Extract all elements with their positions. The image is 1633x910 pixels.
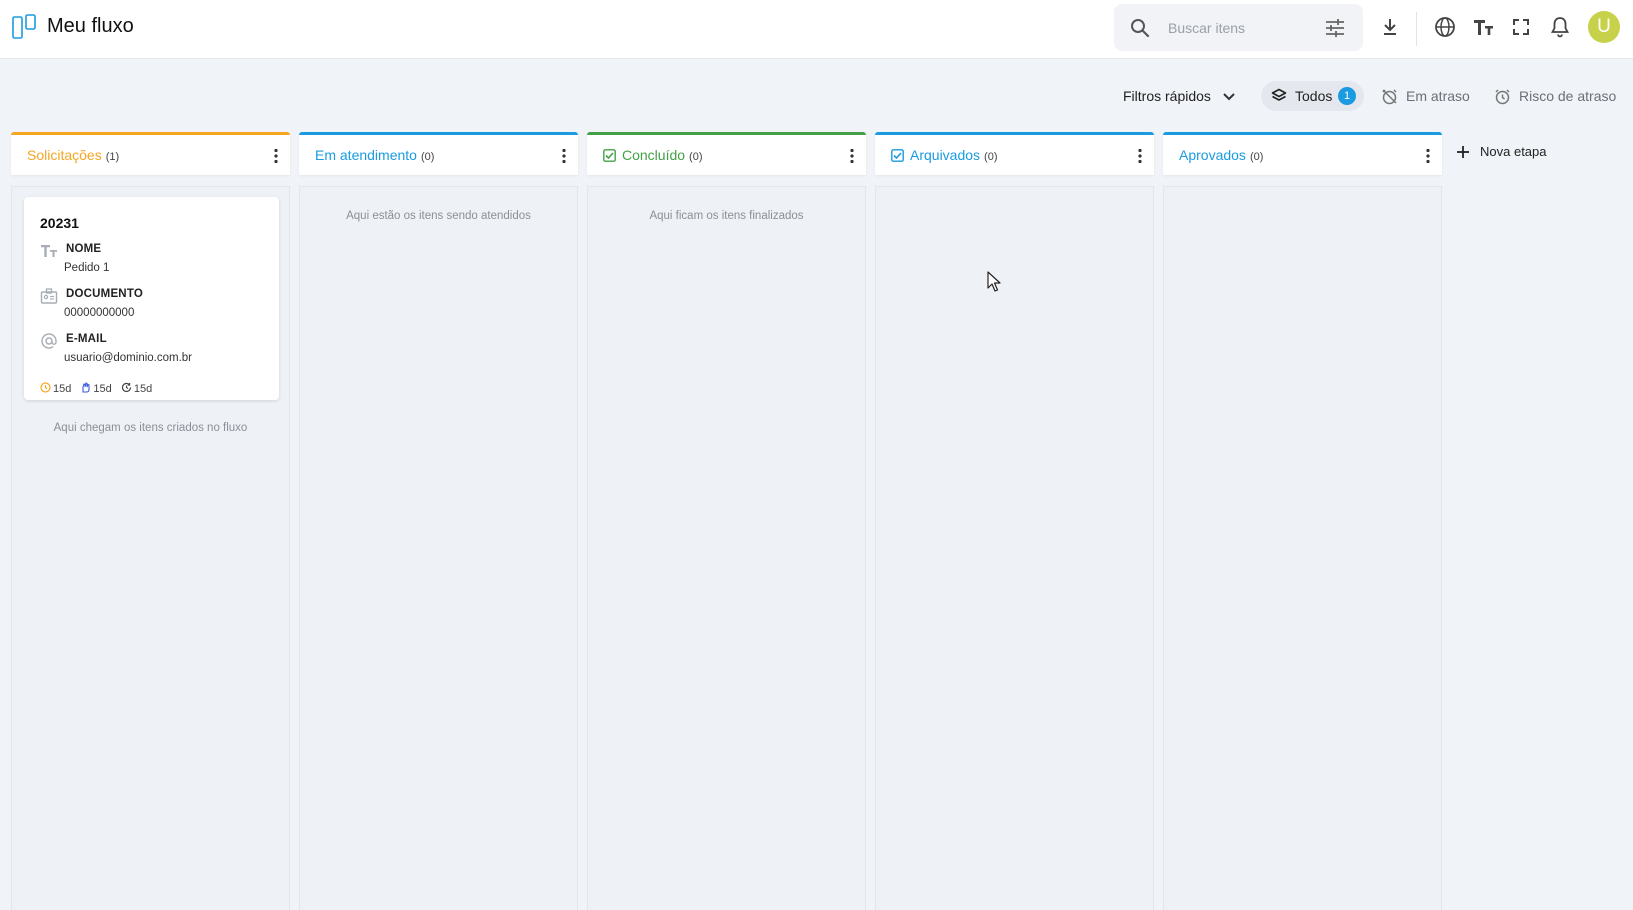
column-body-arquivados bbox=[875, 186, 1154, 910]
field-label: DOCUMENTO bbox=[66, 288, 143, 300]
column-title: Concluído bbox=[622, 147, 686, 163]
clock-icon bbox=[40, 382, 51, 393]
column-count: (1) bbox=[105, 151, 120, 163]
kebab-menu-icon[interactable] bbox=[274, 148, 278, 164]
alarm-off-icon bbox=[1382, 89, 1397, 105]
quick-filters-label: Filtros rápidos bbox=[1123, 88, 1211, 104]
time-in-flow: 15d bbox=[40, 382, 71, 395]
id-card-icon bbox=[40, 288, 58, 304]
column-header-em-atendimento[interactable]: Em atendimento (0) bbox=[299, 132, 578, 175]
top-bar: Meu fluxo Buscar itens U bbox=[0, 0, 1633, 59]
card-meta: 15d 15d 15d bbox=[40, 382, 158, 395]
time-since-update: 15d bbox=[121, 382, 152, 395]
search-input[interactable] bbox=[1166, 16, 1320, 40]
bell-icon[interactable] bbox=[1548, 15, 1572, 39]
mouse-cursor-icon bbox=[987, 271, 1001, 292]
column-empty-message: Aqui estão os itens sendo atendidos bbox=[346, 210, 531, 222]
column-empty-message: Aqui ficam os itens finalizados bbox=[649, 210, 804, 222]
filter-overdue-label: Em atraso bbox=[1406, 88, 1470, 104]
kebab-menu-icon[interactable] bbox=[1426, 148, 1430, 164]
field-label: NOME bbox=[66, 243, 102, 255]
column-title: Em atendimento bbox=[315, 147, 417, 163]
chevron-down-icon bbox=[1223, 93, 1235, 101]
quick-filters-dropdown[interactable]: Filtros rápidos bbox=[1123, 82, 1235, 110]
column-header-concluido[interactable]: Concluído (0) bbox=[587, 132, 866, 175]
column-count: (0) bbox=[1249, 151, 1264, 163]
hand-icon bbox=[82, 382, 90, 393]
meta-value: 15d bbox=[133, 383, 153, 395]
alarm-clock-icon bbox=[1495, 89, 1510, 105]
field-value: usuario@dominio.com.br bbox=[64, 352, 193, 364]
filter-delay-risk-label: Risco de atraso bbox=[1519, 88, 1617, 104]
meta-value: 15d bbox=[93, 383, 112, 395]
field-value: 00000000000 bbox=[64, 307, 135, 319]
filter-overdue[interactable]: Em atraso bbox=[1381, 82, 1471, 110]
refresh-clock-icon bbox=[121, 382, 131, 393]
column-header-arquivados[interactable]: Arquivados (0) bbox=[875, 132, 1154, 175]
plus-icon bbox=[1457, 146, 1469, 158]
filter-all-pill[interactable]: Todos 1 bbox=[1261, 81, 1364, 111]
user-avatar[interactable]: U bbox=[1588, 11, 1620, 43]
app-title: Meu fluxo bbox=[47, 15, 134, 37]
filter-all-label: Todos bbox=[1295, 88, 1333, 104]
column-body-em-atendimento: Aqui estão os itens sendo atendidos bbox=[299, 186, 578, 910]
column-title: Arquivados bbox=[910, 147, 981, 163]
tune-filter-icon[interactable] bbox=[1324, 18, 1346, 38]
kebab-menu-icon[interactable] bbox=[850, 148, 854, 164]
new-stage-label: Nova etapa bbox=[1480, 144, 1547, 159]
at-sign-icon bbox=[41, 333, 57, 349]
text-size-icon[interactable] bbox=[1471, 15, 1495, 39]
board-logo-icon bbox=[12, 14, 36, 39]
card-number: 20231 bbox=[40, 215, 79, 231]
column-count: (0) bbox=[984, 151, 998, 163]
item-card[interactable]: 20231 NOME Pedido 1 DOCUMENTO 0000000000… bbox=[24, 197, 279, 400]
text-type-icon bbox=[41, 245, 57, 257]
time-in-stage: 15d bbox=[80, 382, 112, 395]
column-title: Aprovados bbox=[1179, 147, 1246, 163]
search-icon bbox=[1131, 19, 1150, 38]
kebab-menu-icon[interactable] bbox=[1138, 148, 1142, 164]
column-body-concluido: Aqui ficam os itens finalizados bbox=[587, 186, 866, 910]
column-header-solicitacoes[interactable]: Solicitações (1) bbox=[11, 132, 290, 175]
meta-value: 15d bbox=[53, 383, 72, 395]
filter-all-count-badge: 1 bbox=[1338, 87, 1356, 105]
kebab-menu-icon[interactable] bbox=[562, 148, 566, 164]
search-box bbox=[1114, 4, 1363, 51]
column-body-aprovados bbox=[1163, 186, 1442, 910]
toolbar-divider bbox=[1416, 12, 1417, 46]
layers-icon bbox=[1271, 88, 1287, 101]
field-label: E-MAIL bbox=[66, 333, 107, 345]
column-header-aprovados[interactable]: Aprovados (0) bbox=[1163, 132, 1442, 175]
fullscreen-icon[interactable] bbox=[1509, 15, 1533, 39]
column-count: (0) bbox=[420, 151, 435, 163]
filter-delay-risk[interactable]: Risco de atraso bbox=[1494, 82, 1620, 110]
checkbox-checked-icon bbox=[603, 149, 616, 162]
column-title: Solicitações bbox=[27, 147, 102, 163]
globe-icon[interactable] bbox=[1433, 15, 1457, 39]
field-value: Pedido 1 bbox=[64, 262, 110, 274]
download-icon[interactable] bbox=[1378, 15, 1402, 39]
column-count: (0) bbox=[689, 151, 703, 163]
column-empty-message: Aqui chegam os itens criados no fluxo bbox=[53, 422, 248, 434]
checkbox-checked-icon bbox=[891, 149, 904, 162]
column-body-solicitacoes: 20231 NOME Pedido 1 DOCUMENTO 0000000000… bbox=[11, 186, 290, 910]
